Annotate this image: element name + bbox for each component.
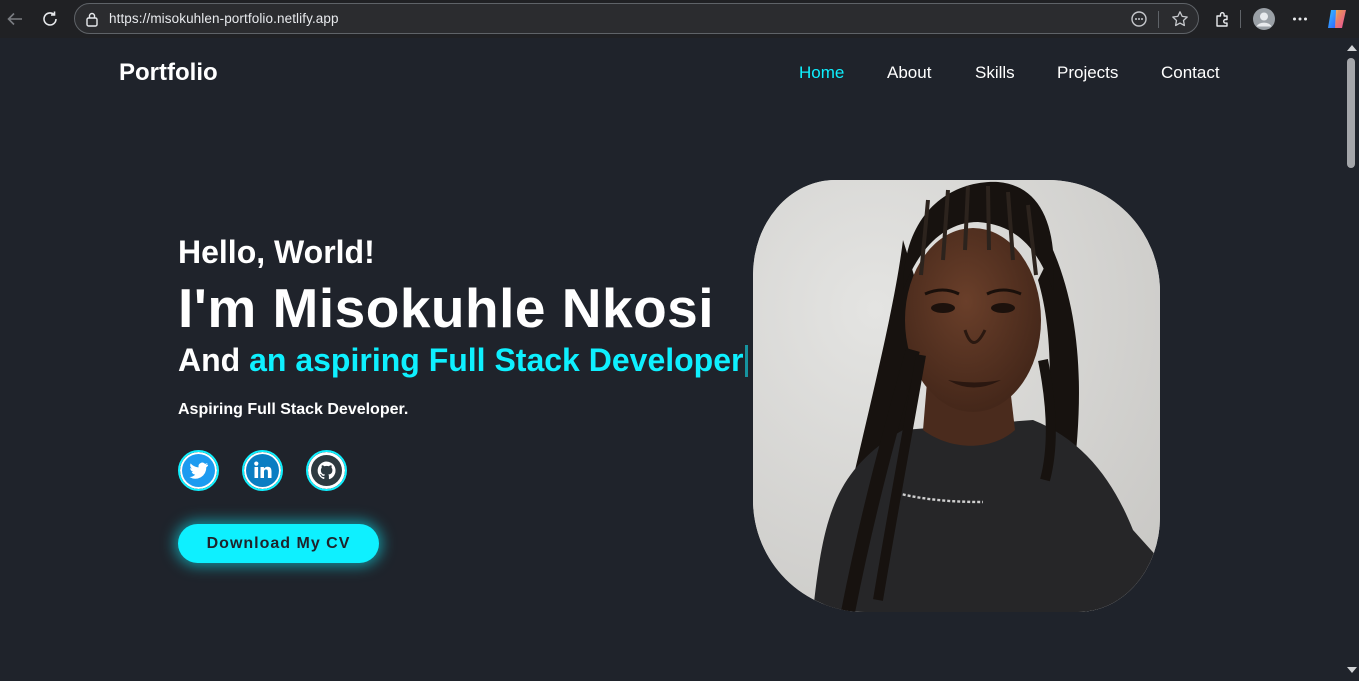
profile-icon[interactable] — [1252, 7, 1276, 31]
page-scrollbar[interactable] — [1343, 38, 1359, 681]
reader-icon[interactable] — [1129, 9, 1149, 29]
hero-name: I'm Misokuhle Nkosi — [178, 277, 715, 339]
url-text[interactable]: https://misokuhlen-portfolio.netlify.app — [109, 11, 339, 26]
url-divider — [1158, 11, 1159, 28]
github-icon[interactable] — [306, 450, 347, 491]
scroll-thumb[interactable] — [1347, 58, 1355, 168]
role-typed-text: an aspiring Full Stack Developer — [249, 342, 744, 378]
scroll-up-icon[interactable] — [1347, 45, 1357, 51]
role-prefix: And — [178, 342, 241, 378]
address-bar[interactable]: https://misokuhlen-portfolio.netlify.app — [74, 3, 1199, 34]
browser-toolbar: https://misokuhlen-portfolio.netlify.app — [0, 0, 1359, 38]
scroll-down-icon[interactable] — [1347, 667, 1357, 673]
reload-icon[interactable] — [38, 7, 62, 31]
back-icon[interactable] — [3, 7, 27, 31]
copilot-icon[interactable] — [1325, 7, 1349, 31]
toolbar-divider — [1240, 10, 1241, 28]
nav-about[interactable]: About — [887, 63, 931, 83]
site-brand[interactable]: Portfolio — [119, 59, 218, 87]
hero-role: And an aspiring Full Stack Developer — [178, 342, 749, 379]
nav-contact[interactable]: Contact — [1161, 63, 1220, 83]
nav-skills[interactable]: Skills — [975, 63, 1015, 83]
download-cv-button[interactable]: Download My CV — [178, 524, 379, 563]
more-icon[interactable] — [1288, 7, 1312, 31]
page-viewport: Portfolio Home About Skills Projects Con… — [0, 38, 1359, 681]
linkedin-icon[interactable] — [242, 450, 283, 491]
hero-tagline: Aspiring Full Stack Developer. — [178, 401, 409, 418]
profile-photo — [753, 180, 1160, 612]
nav-projects[interactable]: Projects — [1057, 63, 1118, 83]
typing-cursor — [745, 345, 749, 377]
extensions-icon[interactable] — [1211, 7, 1235, 31]
hero-greeting: Hello, World! — [178, 234, 375, 270]
profile-photo-illustration — [753, 180, 1160, 612]
twitter-icon[interactable] — [178, 450, 219, 491]
star-icon[interactable] — [1170, 9, 1190, 29]
nav-home[interactable]: Home — [799, 63, 844, 83]
lock-icon[interactable] — [85, 11, 99, 27]
